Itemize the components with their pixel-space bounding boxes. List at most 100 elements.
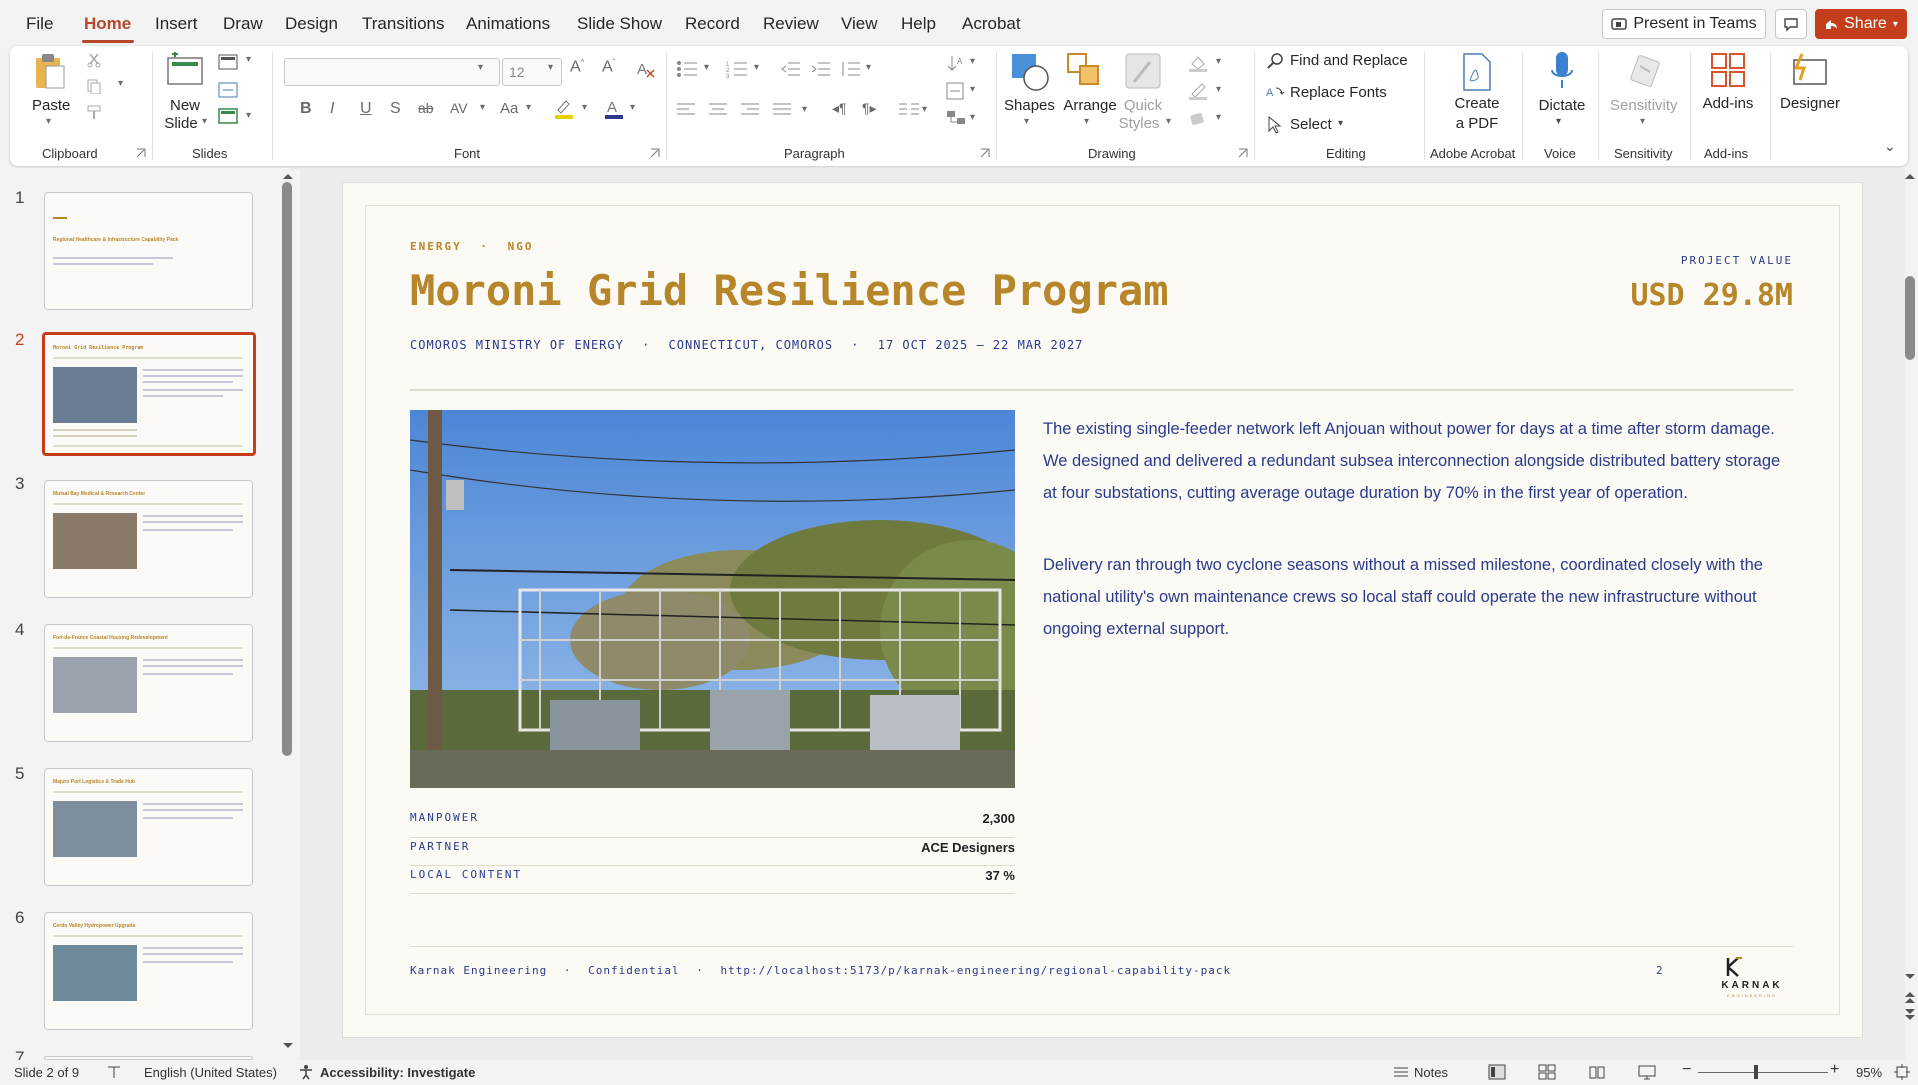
- designer-button[interactable]: Designer: [1776, 94, 1844, 113]
- columns-icon[interactable]: [898, 102, 920, 118]
- slide-thumbnail-5[interactable]: Majuro Port Logistics & Trade Hub: [44, 768, 253, 886]
- smartart-dropdown-icon[interactable]: ▾: [970, 112, 975, 123]
- text-direction-dropdown-icon[interactable]: ▾: [970, 56, 975, 67]
- zoom-level[interactable]: 95%: [1856, 1065, 1882, 1080]
- create-pdf-button[interactable]: Create: [1448, 94, 1506, 113]
- shadow-icon[interactable]: S: [390, 100, 401, 118]
- slide-thumbnail-6[interactable]: Cerdo Valley Hydropower Upgrade: [44, 912, 253, 1030]
- clipboard-launcher-icon[interactable]: [136, 148, 146, 158]
- ltr-icon[interactable]: ◂¶: [832, 100, 847, 117]
- change-case-dropdown-icon[interactable]: ▾: [526, 102, 531, 113]
- align-text-dropdown-icon[interactable]: ▾: [970, 84, 975, 95]
- slide-scrollbar-thumb[interactable]: [1905, 276, 1915, 360]
- font-launcher-icon[interactable]: [650, 148, 660, 158]
- copy-icon[interactable]: [86, 78, 102, 94]
- bullets-icon[interactable]: [676, 60, 698, 78]
- font-name-dropdown-icon[interactable]: ▾: [478, 62, 483, 73]
- align-left-icon[interactable]: [676, 102, 696, 118]
- zoom-slider[interactable]: [1698, 1072, 1828, 1073]
- dictate-button[interactable]: Dictate: [1536, 96, 1588, 115]
- clear-formatting-icon[interactable]: A: [636, 60, 656, 78]
- tab-slide-show[interactable]: Slide Show: [577, 14, 662, 34]
- layout-icon[interactable]: [218, 54, 238, 70]
- shapes-button[interactable]: Shapes: [1004, 96, 1055, 115]
- share-button[interactable]: Share ▾: [1815, 9, 1907, 39]
- font-name-combo[interactable]: [284, 58, 500, 86]
- italic-icon[interactable]: I: [330, 100, 334, 118]
- slide-thumbnail-3[interactable]: Mutsal Bay Medical & Research Center: [44, 480, 253, 598]
- add-ins-button[interactable]: Add-ins: [1700, 94, 1756, 113]
- new-slide-button[interactable]: New: [160, 96, 210, 115]
- justify-icon[interactable]: [772, 102, 792, 118]
- zoom-out-icon[interactable]: −: [1682, 1061, 1691, 1079]
- next-slide-icon[interactable]: [1904, 1008, 1916, 1022]
- tab-home[interactable]: Home: [84, 14, 131, 34]
- slide-thumbnail-1[interactable]: Regional Healthcare & Infrastructure Cap…: [44, 192, 253, 310]
- slide-sorter-icon[interactable]: [1538, 1064, 1556, 1080]
- scroll-down-icon[interactable]: [282, 1042, 294, 1050]
- align-text-icon[interactable]: [946, 82, 964, 100]
- footer-url[interactable]: http://localhost:5173/p/karnak-engineeri…: [720, 964, 1231, 977]
- font-color-dropdown-icon[interactable]: ▾: [630, 102, 635, 113]
- align-right-icon[interactable]: [740, 102, 760, 118]
- shape-outline-dropdown-icon[interactable]: ▾: [1216, 84, 1221, 95]
- sensitivity-dropdown-icon[interactable]: ▾: [1640, 116, 1645, 127]
- arrange-dropdown-icon[interactable]: ▾: [1084, 116, 1089, 127]
- bullets-dropdown-icon[interactable]: ▾: [704, 62, 709, 73]
- shapes-dropdown-icon[interactable]: ▾: [1024, 116, 1029, 127]
- language-indicator[interactable]: English (United States): [144, 1065, 277, 1080]
- columns-dropdown-icon[interactable]: ▾: [922, 104, 927, 115]
- spelling-check-icon[interactable]: [106, 1064, 122, 1080]
- rtl-icon[interactable]: ¶▸: [862, 100, 877, 117]
- reset-slide-icon[interactable]: [218, 82, 238, 98]
- text-direction-icon[interactable]: A: [946, 54, 964, 74]
- increase-indent-icon[interactable]: [810, 60, 830, 78]
- comments-button[interactable]: [1775, 9, 1807, 39]
- scroll-down-icon[interactable]: [1904, 973, 1916, 981]
- tab-view[interactable]: View: [841, 14, 878, 34]
- select-dropdown-icon[interactable]: ▾: [1338, 118, 1343, 129]
- format-painter-icon[interactable]: [86, 104, 102, 120]
- select-button[interactable]: Select: [1290, 116, 1332, 133]
- find-and-replace-button[interactable]: Find and Replace: [1290, 52, 1408, 69]
- new-slide-dropdown-icon[interactable]: ▾: [202, 116, 207, 127]
- scroll-up-icon[interactable]: [1904, 172, 1916, 180]
- smartart-icon[interactable]: [946, 110, 966, 128]
- section-dropdown-icon[interactable]: ▾: [246, 110, 251, 121]
- tab-file[interactable]: File: [26, 14, 53, 34]
- previous-slide-icon[interactable]: [1904, 990, 1916, 1004]
- scroll-up-icon[interactable]: [282, 172, 294, 180]
- tab-help[interactable]: Help: [901, 14, 936, 34]
- tab-design[interactable]: Design: [285, 14, 338, 34]
- arrange-button[interactable]: Arrange: [1062, 96, 1118, 115]
- sensitivity-button[interactable]: Sensitivity: [1610, 96, 1678, 115]
- paste-button[interactable]: Paste: [32, 96, 70, 115]
- align-center-icon[interactable]: [708, 102, 728, 118]
- copy-dropdown-icon[interactable]: ▾: [118, 78, 123, 89]
- reading-view-icon[interactable]: [1588, 1064, 1606, 1080]
- character-spacing-icon[interactable]: AV: [450, 100, 468, 116]
- paragraph-launcher-icon[interactable]: [980, 148, 990, 158]
- notes-button[interactable]: Notes: [1414, 1065, 1448, 1080]
- decrease-font-icon[interactable]: Aˇ: [602, 58, 615, 76]
- tab-animations[interactable]: Animations: [466, 14, 550, 34]
- zoom-slider-thumb[interactable]: [1754, 1065, 1758, 1079]
- change-case-icon[interactable]: Aa: [500, 100, 518, 117]
- character-spacing-dropdown-icon[interactable]: ▾: [480, 102, 485, 113]
- tab-review[interactable]: Review: [763, 14, 819, 34]
- increase-font-icon[interactable]: A^: [570, 58, 584, 76]
- highlight-icon[interactable]: [554, 98, 574, 120]
- numbering-icon[interactable]: 123: [726, 60, 748, 78]
- tab-insert[interactable]: Insert: [155, 14, 198, 34]
- accessibility-status[interactable]: Accessibility: Investigate: [320, 1065, 475, 1080]
- shape-effects-dropdown-icon[interactable]: ▾: [1216, 112, 1221, 123]
- tab-draw[interactable]: Draw: [223, 14, 263, 34]
- tab-record[interactable]: Record: [685, 14, 740, 34]
- shape-outline-icon[interactable]: [1188, 82, 1208, 100]
- quick-styles-button[interactable]: Quick: [1118, 96, 1168, 115]
- fit-to-window-icon[interactable]: [1894, 1064, 1910, 1080]
- bold-icon[interactable]: B: [300, 100, 312, 118]
- font-size-dropdown-icon[interactable]: ▾: [548, 62, 553, 73]
- underline-icon[interactable]: U: [360, 100, 372, 118]
- layout-dropdown-icon[interactable]: ▾: [246, 54, 251, 65]
